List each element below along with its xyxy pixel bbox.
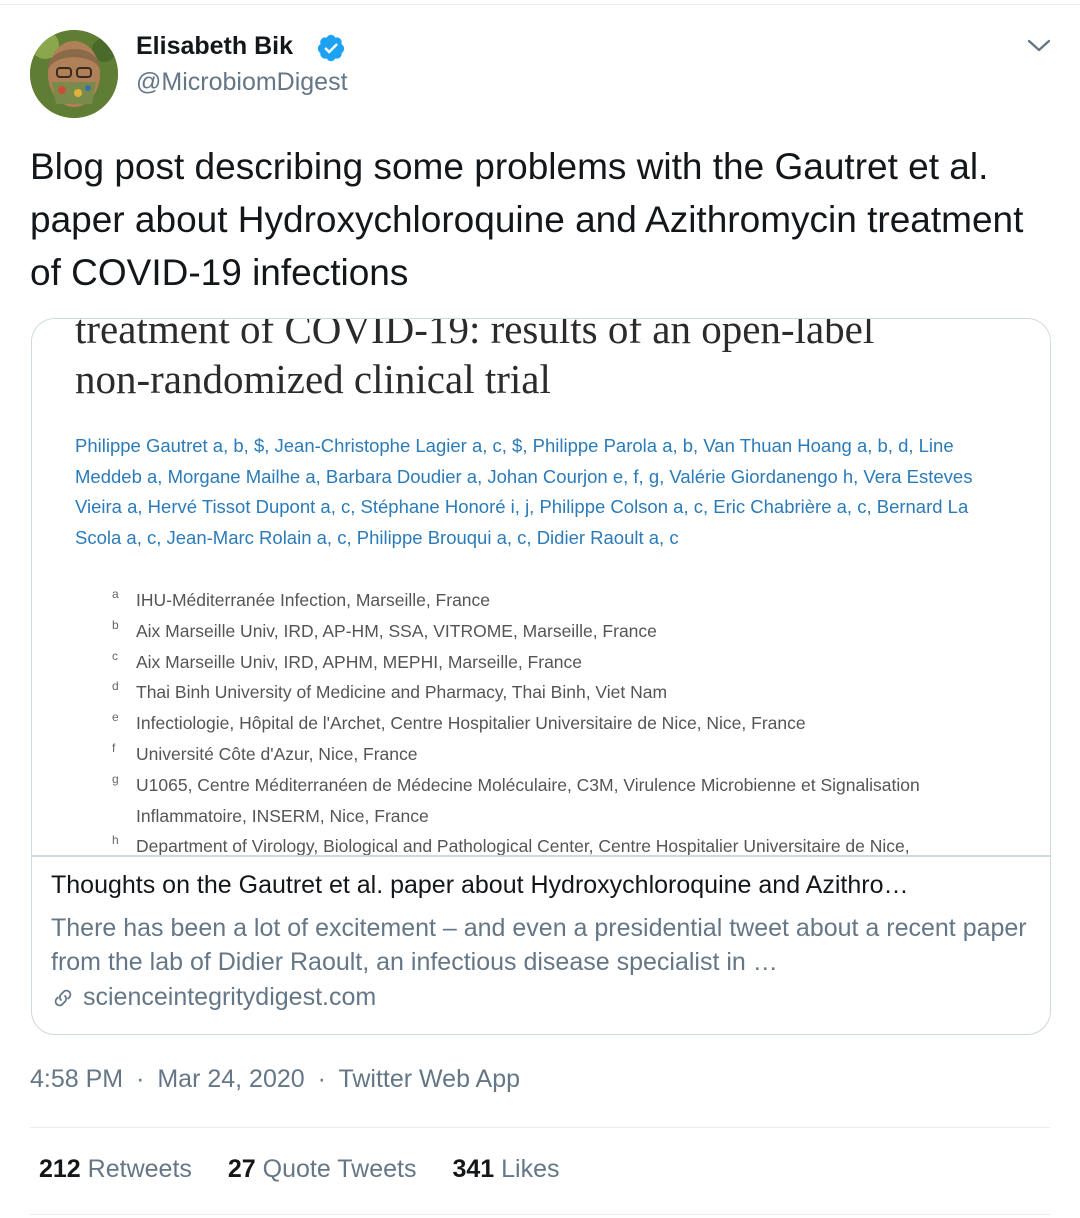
retweets-stat[interactable]: 212 Retweets [39,1155,192,1184]
tweet-timestamp: 4:58 PM · Mar 24, 2020 · Twitter Web App [30,1065,520,1094]
affiliation-row: g U1065, Centre Méditerranéen de Médecine… [112,771,920,795]
affiliation-row: f Université Côte d'Azur, Nice, France [112,740,418,764]
paper-title: non-randomized clinical trial [75,356,551,402]
stats-top-divider [30,1127,1050,1128]
card-description[interactable]: There has been a lot of excitement – and… [51,911,1041,979]
affiliation-row: d Thai Binh University of Medicine and Ph… [112,679,668,703]
likes-stat[interactable]: 341 Likes [452,1155,559,1184]
paper-title-cut: treatment of COVID-19: results of an ope… [75,319,875,352]
card-image[interactable]: treatment of COVID-19: results of an ope… [32,319,1050,855]
top-divider [0,4,1080,5]
paper-affiliations: a IHU-Méditerranée Infection, Marseille, … [112,585,1012,855]
card-domain[interactable]: scienceintegritydigest.com [83,983,376,1012]
affiliation-row: Inflammatoire, INSERM, Nice, France [136,805,429,826]
paper-authors: Philippe Gautret a, b, $, Jean-Christoph… [75,435,973,548]
affiliation-row: a IHU-Méditerranée Infection, Marseille, … [112,587,491,610]
avatar[interactable] [30,30,118,118]
quote-tweets-stat[interactable]: 27 Quote Tweets [228,1155,417,1184]
chevron-down-icon[interactable] [1024,34,1054,58]
verified-badge-icon [317,34,345,62]
handle[interactable]: @MicrobiomDigest [136,68,348,97]
link-icon [54,989,72,1006]
display-name[interactable]: Elisabeth Bik [136,32,293,61]
engagement-stats: 212 Retweets 27 Quote Tweets 341 Likes [39,1155,596,1184]
tweet-source[interactable]: Twitter Web App [338,1065,520,1093]
link-card[interactable]: treatment of COVID-19: results of an ope… [31,318,1051,1035]
affiliation-row: b Aix Marseille Univ, IRD, AP-HM, SSA, VI… [112,617,657,641]
affiliation-row: c Aix Marseille Univ, IRD, APHM, MEPHI, M… [112,648,583,672]
separator: · [136,1065,145,1093]
card-domain-row[interactable]: scienceintegritydigest.com [51,983,376,1012]
affiliation-row: h Department of Virology, Biological and … [112,833,910,855]
tweet-time[interactable]: 4:58 PM [30,1065,123,1093]
separator: · [317,1065,326,1093]
card-divider [32,855,1050,857]
tweet-date[interactable]: Mar 24, 2020 [157,1065,304,1093]
tweet-text: Blog post describing some problems with … [30,146,1024,293]
card-title[interactable]: Thoughts on the Gautret et al. paper abo… [51,871,1036,900]
affiliation-row: e Infectiologie, Hôpital de l'Archet, Cen… [112,710,806,734]
stats-bottom-divider [30,1214,1050,1215]
